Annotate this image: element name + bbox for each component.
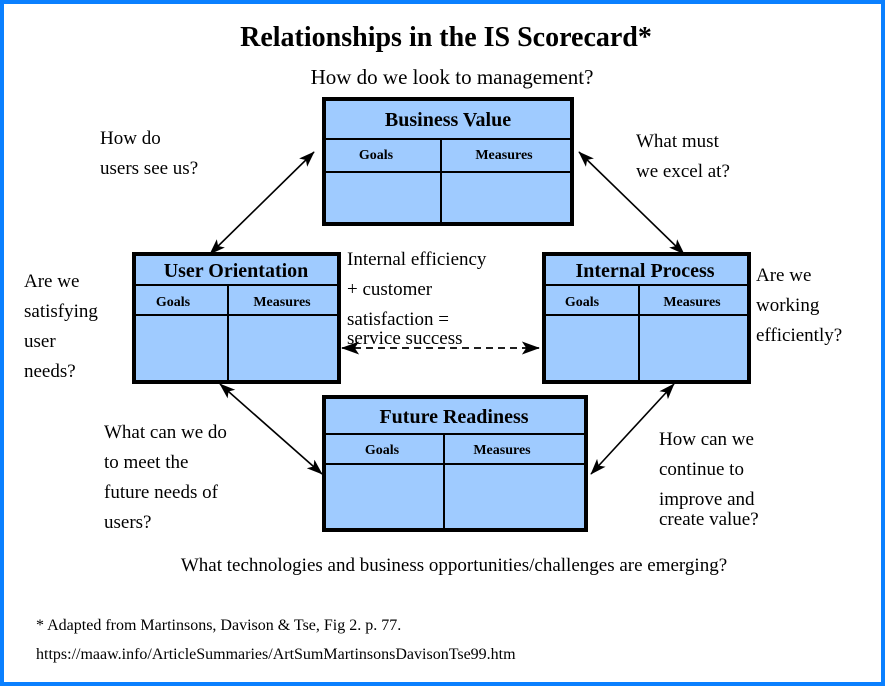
annotation-right-line-2: working (756, 295, 820, 316)
annotation-left-line-1: Are we (24, 271, 79, 292)
annotation-left-line-2: satisfying (24, 301, 98, 322)
annotation-bottom-right: How can we continue to improve and creat… (659, 429, 759, 530)
box-user-orientation[interactable]: User Orientation Goals Measures (132, 252, 341, 384)
annotation-top-right-line-1: What must (636, 131, 720, 152)
annotation-bottom-left-line-4: users? (104, 512, 151, 533)
annotation-left-line-3: user (24, 331, 56, 352)
footnote-line-1: * Adapted from Martinsons, Davison & Tse… (36, 617, 401, 634)
annotation-right-line-1: Are we (756, 265, 811, 286)
annotation-center-line-3: satisfaction = (347, 309, 449, 330)
annotation-top-left-line-1: How do (100, 128, 161, 149)
box-future-readiness-title: Future Readiness (379, 406, 528, 428)
annotation-bottom-right-line-2: continue to (659, 459, 744, 480)
annotation-top-left: How do users see us? (100, 128, 198, 179)
annotation-bottom-left-line-2: to meet the (104, 452, 188, 473)
annotation-bottom-right-line-1: How can we (659, 429, 754, 450)
annotation-top-right-line-2: we excel at? (636, 161, 730, 182)
annotation-left: Are we satisfying user needs? (24, 271, 98, 382)
scorecard-diagram: Relationships in the IS Scorecard* How d… (24, 22, 842, 663)
annotation-bottom-right-line-4: create value? (659, 509, 759, 530)
annotation-bottom-left-line-3: future needs of (104, 482, 219, 503)
box-future-readiness[interactable]: Future Readiness Goals Measures (322, 395, 588, 532)
diagram-page: Relationships in the IS Scorecard* How d… (0, 0, 885, 686)
connector-business-value-user-orientation (209, 151, 315, 255)
box-internal-process[interactable]: Internal Process Goals Measures (542, 252, 751, 384)
annotation-bottom-left: What can we do to meet the future needs … (104, 422, 227, 533)
annotation-right: Are we working efficiently? (756, 265, 842, 346)
annotation-bottom-right-line-3: improve and (659, 489, 755, 510)
annotation-center-line-1: Internal efficiency (347, 249, 487, 270)
annotation-top-right: What must we excel at? (636, 131, 730, 182)
box-internal-process-title: Internal Process (575, 260, 714, 282)
box-business-value-title: Business Value (385, 109, 511, 131)
box-internal-process-col-goals: Goals (565, 295, 600, 310)
annotation-left-line-4: needs? (24, 361, 76, 382)
box-business-value-col-goals: Goals (359, 148, 394, 163)
box-business-value[interactable]: Business Value Goals Measures (322, 97, 574, 226)
connector-user-orientation-future-readiness (219, 383, 323, 475)
header-subtitle: How do we look to management? (311, 65, 594, 89)
box-user-orientation-col-measures: Measures (253, 295, 311, 310)
box-user-orientation-col-goals: Goals (156, 295, 191, 310)
annotation-right-line-3: efficiently? (756, 325, 842, 346)
annotation-center: Internal efficiency + customer satisfact… (347, 249, 487, 349)
annotation-bottom-left-line-1: What can we do (104, 422, 227, 443)
footnote-line-2: https://maaw.info/ArticleSummaries/ArtSu… (36, 646, 516, 663)
box-business-value-col-measures: Measures (475, 148, 533, 163)
box-future-readiness-col-goals: Goals (365, 443, 400, 458)
annotation-center-line-2: + customer (347, 279, 433, 300)
annotation-center-line-4: service success (347, 328, 463, 349)
page-title: Relationships in the IS Scorecard* (240, 22, 652, 53)
box-user-orientation-title: User Orientation (164, 260, 309, 282)
box-future-readiness-col-measures: Measures (473, 443, 531, 458)
box-internal-process-col-measures: Measures (663, 295, 721, 310)
bottom-caption: What technologies and business opportuni… (181, 555, 727, 576)
annotation-top-left-line-2: users see us? (100, 158, 198, 179)
